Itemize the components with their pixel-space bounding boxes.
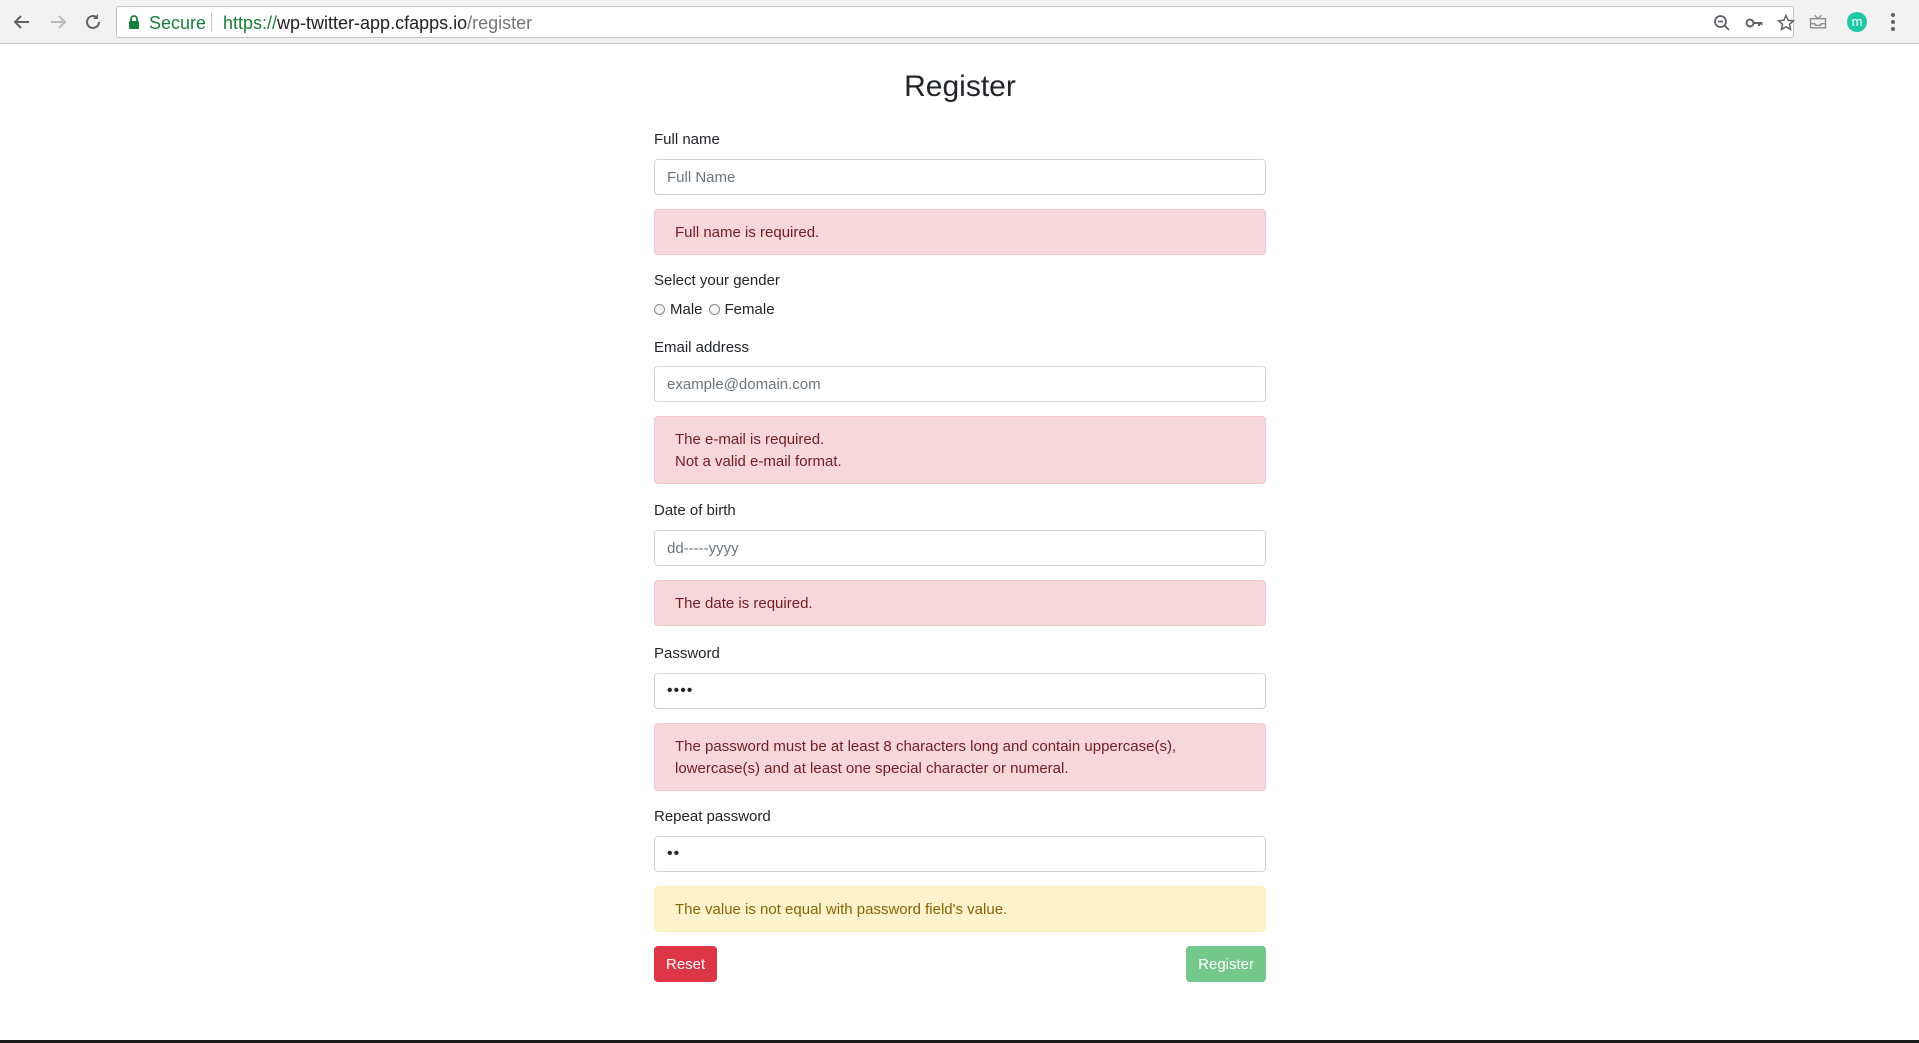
password-error-alert: The password must be at least 8 characte… bbox=[654, 723, 1266, 791]
gender-female-label[interactable]: Female bbox=[725, 301, 775, 318]
dob-input[interactable] bbox=[654, 530, 1266, 566]
star-icon bbox=[1777, 14, 1795, 31]
email-label: Email address bbox=[654, 339, 750, 356]
zoom-button[interactable] bbox=[1711, 12, 1733, 34]
password-error-line-2: lowercase(s) and at least one special ch… bbox=[675, 760, 1069, 777]
email-format-error: Not a valid e-mail format. bbox=[675, 453, 842, 470]
password-error-line-1: The password must be at least 8 characte… bbox=[675, 738, 1177, 755]
full-name-input[interactable] bbox=[654, 159, 1266, 195]
repeat-password-warning-alert: The value is not equal with password fie… bbox=[654, 886, 1266, 932]
gender-female-radio[interactable] bbox=[708, 304, 720, 315]
email-error-alert: The e-mail is required. Not a valid e-ma… bbox=[654, 416, 1266, 484]
back-button[interactable] bbox=[8, 8, 36, 36]
reload-icon bbox=[86, 14, 100, 29]
url-scheme: https:// bbox=[223, 13, 278, 33]
address-bar[interactable]: Secure https://wp-twitter-app.cfapps.io/… bbox=[116, 6, 1797, 38]
reset-button[interactable]: Reset bbox=[654, 946, 718, 982]
back-arrow-icon bbox=[13, 15, 29, 29]
extension-button[interactable] bbox=[1806, 10, 1830, 34]
gender-label: Select your gender bbox=[654, 272, 780, 289]
browser-toolbar: Secure https://wp-twitter-app.cfapps.io/… bbox=[0, 0, 1919, 44]
lock-icon bbox=[129, 15, 139, 29]
repeat-password-input[interactable]: •• bbox=[654, 836, 1266, 872]
email-required-error: The e-mail is required. bbox=[675, 431, 825, 448]
email-input[interactable] bbox=[654, 366, 1266, 402]
password-label: Password bbox=[654, 645, 720, 662]
gender-male-label[interactable]: Male bbox=[670, 301, 703, 318]
full-name-error-text: Full name is required. bbox=[675, 224, 820, 241]
forward-button[interactable] bbox=[44, 8, 72, 36]
full-name-label: Full name bbox=[654, 131, 720, 148]
repeat-password-label: Repeat password bbox=[654, 808, 771, 825]
dob-label: Date of birth bbox=[654, 502, 736, 519]
full-name-error-alert: Full name is required. bbox=[654, 209, 1266, 255]
profile-avatar[interactable]: m bbox=[1847, 12, 1867, 32]
omnibox-divider bbox=[211, 13, 212, 31]
gender-radio-group: Male Female bbox=[654, 301, 781, 318]
register-button[interactable]: Register bbox=[1186, 946, 1266, 982]
more-menu-icon[interactable] bbox=[1888, 10, 1898, 34]
reload-button[interactable] bbox=[79, 8, 107, 36]
key-icon bbox=[1745, 18, 1763, 28]
inbox-extension-icon bbox=[1809, 14, 1827, 29]
forward-arrow-icon bbox=[51, 15, 67, 29]
dob-error-text: The date is required. bbox=[675, 595, 813, 612]
secure-label: Secure bbox=[149, 13, 207, 33]
password-key-button[interactable] bbox=[1743, 12, 1765, 34]
repeat-password-warning-text: The value is not equal with password fie… bbox=[675, 901, 1008, 918]
zoom-out-icon bbox=[1714, 15, 1730, 31]
password-input[interactable]: •••• bbox=[654, 673, 1266, 709]
url-host: wp-twitter-app.cfapps.io bbox=[277, 13, 468, 33]
url-path: /register bbox=[467, 13, 533, 33]
page-title: Register bbox=[904, 70, 1016, 103]
url-text: https://wp-twitter-app.cfapps.io/registe… bbox=[223, 13, 532, 34]
dob-error-alert: The date is required. bbox=[654, 580, 1266, 626]
bookmark-button[interactable] bbox=[1775, 12, 1797, 34]
gender-male-radio[interactable] bbox=[654, 304, 665, 315]
